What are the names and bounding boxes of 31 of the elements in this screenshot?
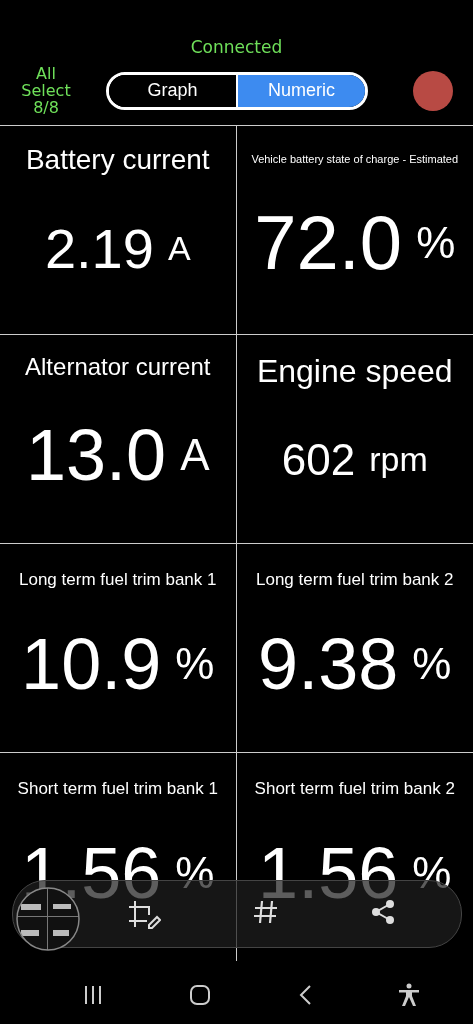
gauge-value: 2.19 xyxy=(44,215,154,281)
recent-apps-icon[interactable] xyxy=(83,984,104,1005)
gauge-value: 13.0 xyxy=(26,414,167,496)
connection-status: Connected xyxy=(190,37,283,57)
gauge-title: Long term fuel trim bank 2 xyxy=(256,570,454,590)
crop-edit-icon[interactable] xyxy=(127,899,161,929)
record-button[interactable] xyxy=(413,70,453,111)
gauge-title: Battery current xyxy=(25,144,210,176)
gauge-unit: A xyxy=(167,228,191,268)
home-icon[interactable] xyxy=(189,983,212,1006)
gauge-title: Engine speed xyxy=(256,353,453,390)
gauge-unit: % xyxy=(175,848,215,898)
gauge-title: Short term fuel trim bank 1 xyxy=(17,779,218,799)
gauge-value: 10.9 xyxy=(21,623,162,705)
gauge-title: Alternator current xyxy=(25,353,211,381)
accessibility-icon[interactable] xyxy=(397,982,420,1007)
gauge-unit: % xyxy=(175,639,215,689)
gauge-unit: % xyxy=(412,848,452,898)
back-icon[interactable] xyxy=(297,983,312,1006)
select-all-button[interactable]: All Select 8/8 xyxy=(0,65,92,116)
gauge-unit: rpm xyxy=(369,440,428,479)
gauge-value: 72.0 xyxy=(254,199,403,286)
gauge-value: 9.38 xyxy=(258,623,399,705)
gauge-value: 602 xyxy=(281,434,356,485)
gauge-title: Vehicle battery state of charge - Estimated xyxy=(251,153,459,165)
gauge-title: Short term fuel trim bank 2 xyxy=(254,779,455,799)
gauge-value: 1.56 xyxy=(258,832,399,914)
gauge-unit: % xyxy=(416,217,456,268)
gauge-title: Long term fuel trim bank 1 xyxy=(19,570,217,590)
gauge-unit: A xyxy=(180,430,210,480)
gauge-unit: % xyxy=(412,639,452,689)
